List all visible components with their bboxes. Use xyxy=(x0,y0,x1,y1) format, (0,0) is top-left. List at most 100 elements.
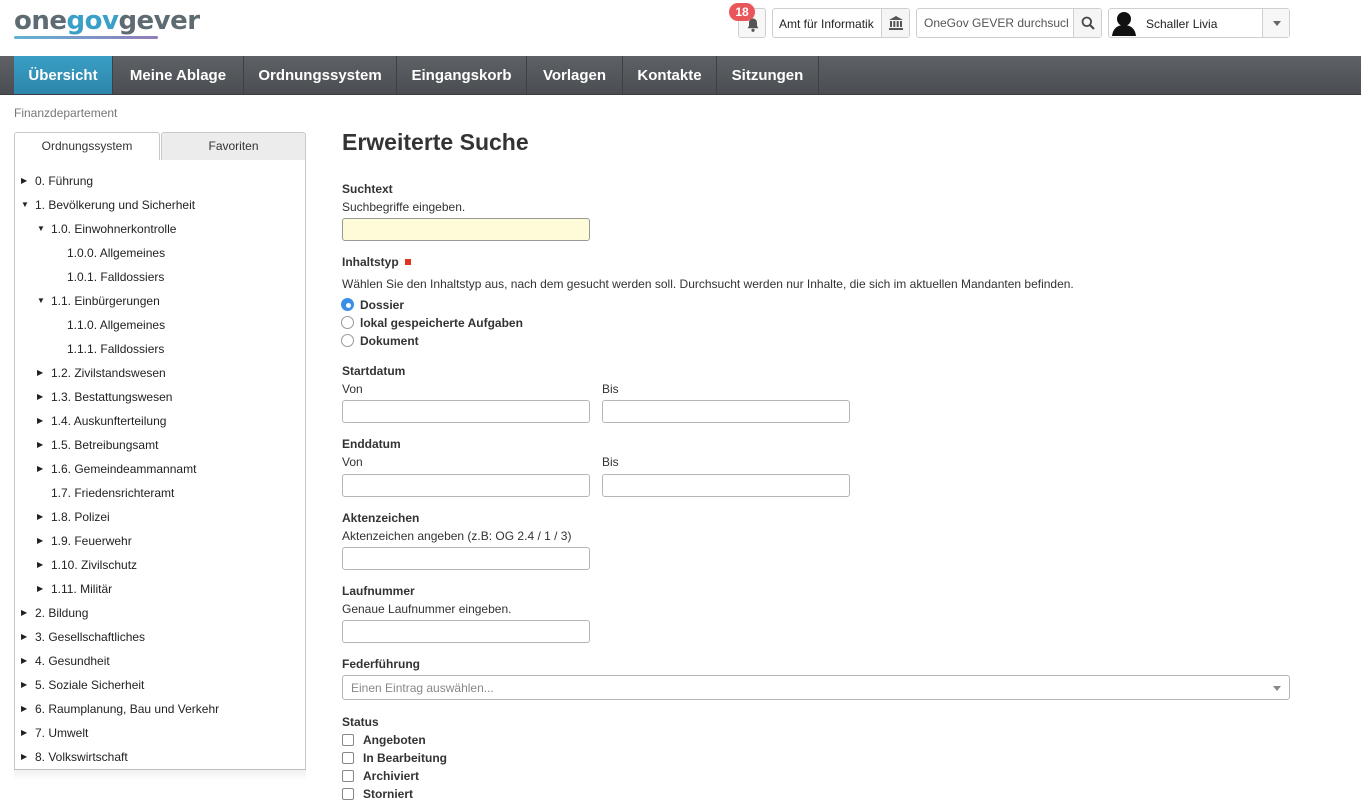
caret-right-icon[interactable]: ▶ xyxy=(37,579,51,599)
startdatum-bis-input[interactable] xyxy=(602,400,850,423)
radio-button[interactable] xyxy=(341,316,354,329)
user-menu[interactable]: Schaller Livia xyxy=(1108,8,1290,38)
caret-right-icon[interactable]: ▶ xyxy=(21,651,35,671)
caret-right-icon[interactable]: ▶ xyxy=(37,507,51,527)
tree-item[interactable]: ▶ 7. Umwelt xyxy=(21,723,88,743)
enddatum-bis-input[interactable] xyxy=(602,474,850,497)
nav-item-uebersicht[interactable]: Übersicht xyxy=(14,56,113,94)
sidebar-tabs: Ordnungssystem Favoriten xyxy=(14,132,306,161)
tree-item[interactable]: ▶ 1.10. Zivilschutz xyxy=(37,555,137,575)
nav-item-meine-ablage[interactable]: Meine Ablage xyxy=(113,56,244,94)
startdatum-von-input[interactable] xyxy=(342,400,590,423)
tree-item[interactable]: ▶ 5. Soziale Sicherheit xyxy=(21,675,144,695)
tree-item[interactable]: ▶ 1.6. Gemeindeammannamt xyxy=(37,459,196,479)
tab-ordnungssystem[interactable]: Ordnungssystem xyxy=(14,132,160,161)
laufnummer-help: Genaue Laufnummer eingeben. xyxy=(342,602,512,616)
tree-item[interactable]: 1.0.1. Falldossiers xyxy=(67,267,164,287)
tree-item[interactable]: ▶ 4. Gesundheit xyxy=(21,651,110,671)
tree-item[interactable]: ▶ 0. Führung xyxy=(21,171,93,191)
caret-right-icon[interactable]: ▶ xyxy=(21,171,35,191)
tree-item-label: 2. Bildung xyxy=(35,606,89,620)
search-button[interactable] xyxy=(1073,9,1101,37)
chevron-down-icon xyxy=(1273,686,1281,695)
caret-down-icon[interactable]: ▼ xyxy=(37,291,51,311)
checkbox[interactable] xyxy=(342,788,354,800)
checkbox[interactable] xyxy=(342,770,354,782)
tree-item-label: 8. Volkswirtschaft xyxy=(35,750,128,764)
nav-item-sitzungen[interactable]: Sitzungen xyxy=(717,56,819,94)
radio-button[interactable] xyxy=(341,334,354,347)
radio-button-checked[interactable] xyxy=(341,298,354,311)
tree-item[interactable]: ▶ 1.3. Bestattungswesen xyxy=(37,387,172,407)
inhaltstyp-help: Wählen Sie den Inhaltstyp aus, nach dem … xyxy=(342,277,1074,291)
caret-right-icon[interactable]: ▶ xyxy=(37,411,51,431)
caret-right-icon[interactable]: ▶ xyxy=(21,723,35,743)
tree-item[interactable]: ▼ 1.0. Einwohnerkontrolle xyxy=(37,219,176,239)
tree-item-label: 1.5. Betreibungsamt xyxy=(51,438,159,452)
tree-item[interactable]: ▼ 1. Bevölkerung und Sicherheit xyxy=(21,195,195,215)
tree-item-label: 5. Soziale Sicherheit xyxy=(35,678,145,692)
tree-item-label: 6. Raumplanung, Bau und Verkehr xyxy=(35,702,220,716)
tree-item[interactable]: ▶ 1.8. Polizei xyxy=(37,507,110,527)
required-marker xyxy=(404,259,411,265)
onegovgever-logo[interactable]: onegovgever xyxy=(14,6,200,36)
nav-item-ordnungssystem[interactable]: Ordnungssystem xyxy=(244,56,397,94)
tree-item[interactable]: 1.1.1. Falldossiers xyxy=(67,339,164,359)
tree-item[interactable]: ▶ 1.2. Zivilstandswesen xyxy=(37,363,166,383)
tree-item[interactable]: ▶ 8. Volkswirtschaft xyxy=(21,747,128,767)
tree-item-label: 1.3. Bestattungswesen xyxy=(51,390,173,404)
tree-item[interactable]: ▶ 1.9. Feuerwehr xyxy=(37,531,132,551)
org-unit-selector[interactable]: Amt für Informatik xyxy=(772,8,910,38)
caret-right-icon[interactable]: ▶ xyxy=(37,531,51,551)
aktenzeichen-help: Aktenzeichen angeben (z.B: OG 2.4 / 1 / … xyxy=(342,529,572,543)
tree-item-label: 1.9. Feuerwehr xyxy=(51,534,132,548)
tree-item-label: 3. Gesellschaftliches xyxy=(35,630,146,644)
enddatum-von-input[interactable] xyxy=(342,474,590,497)
caret-right-icon[interactable]: ▶ xyxy=(37,387,51,407)
caret-down-icon[interactable]: ▼ xyxy=(21,195,35,215)
tree-item[interactable]: 1.0.0. Allgemeines xyxy=(67,243,165,263)
caret-right-icon[interactable]: ▶ xyxy=(21,747,35,767)
caret-right-icon[interactable]: ▶ xyxy=(37,435,51,455)
suchtext-input[interactable] xyxy=(342,218,590,241)
laufnummer-input[interactable] xyxy=(342,620,590,643)
nav-item-kontakte[interactable]: Kontakte xyxy=(623,56,717,94)
caret-right-icon[interactable]: ▶ xyxy=(37,363,51,383)
tree-item-label: 1.2. Zivilstandswesen xyxy=(51,366,166,380)
tree-item[interactable]: ▶ 1.5. Betreibungsamt xyxy=(37,435,158,455)
checkbox[interactable] xyxy=(342,752,354,764)
chevron-down-icon[interactable] xyxy=(1262,9,1289,37)
org-unit-button[interactable] xyxy=(881,9,909,37)
suchtext-label: Suchtext xyxy=(342,182,393,196)
tree-item-label: 1.8. Polizei xyxy=(51,510,110,524)
global-search-input[interactable] xyxy=(917,9,1075,37)
nav-item-vorlagen[interactable]: Vorlagen xyxy=(527,56,623,94)
tree-item-label: 1.1. Einbürgerungen xyxy=(51,294,160,308)
tab-favoriten[interactable]: Favoriten xyxy=(161,132,306,161)
tree-item[interactable]: ▼ 1.1. Einbürgerungen xyxy=(37,291,160,311)
nav-item-eingangskorb[interactable]: Eingangskorb xyxy=(397,56,527,94)
caret-right-icon[interactable]: ▶ xyxy=(21,603,35,623)
federfuehrung-placeholder: Einen Eintrag auswählen... xyxy=(351,681,494,695)
tree-item[interactable]: ▶ 6. Raumplanung, Bau und Verkehr xyxy=(21,699,219,719)
tree-item[interactable]: ▶ 3. Gesellschaftliches xyxy=(21,627,145,647)
caret-right-icon[interactable]: ▶ xyxy=(37,459,51,479)
checkbox[interactable] xyxy=(342,734,354,746)
tree-item-label: 1.4. Auskunfterteilung xyxy=(51,414,167,428)
caret-right-icon[interactable]: ▶ xyxy=(21,699,35,719)
tree-item[interactable]: 1.7. Friedensrichteramt xyxy=(51,483,174,503)
enddatum-bis-label: Bis xyxy=(602,455,619,469)
caret-right-icon[interactable]: ▶ xyxy=(21,627,35,647)
caret-down-icon[interactable]: ▼ xyxy=(37,219,51,239)
user-name: Schaller Livia xyxy=(1146,17,1218,31)
breadcrumb[interactable]: Finanzdepartement xyxy=(14,106,117,120)
caret-right-icon[interactable]: ▶ xyxy=(37,555,51,575)
tree-item[interactable]: ▶ 1.11. Militär xyxy=(37,579,112,599)
caret-right-icon[interactable]: ▶ xyxy=(21,675,35,695)
aktenzeichen-input[interactable] xyxy=(342,547,590,570)
tree-item[interactable]: ▶ 1.4. Auskunfterteilung xyxy=(37,411,166,431)
tree-shadow xyxy=(14,769,306,781)
tree-item[interactable]: ▶ 2. Bildung xyxy=(21,603,88,623)
federfuehrung-select[interactable]: Einen Eintrag auswählen... xyxy=(342,675,1290,700)
tree-item[interactable]: 1.1.0. Allgemeines xyxy=(67,315,165,335)
